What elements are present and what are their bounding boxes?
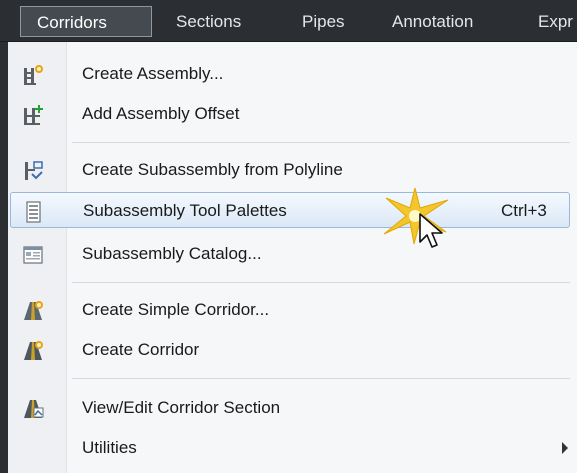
menu-item-label: Add Assembly Offset (82, 104, 240, 123)
left-strip (0, 42, 8, 473)
menu-item-create-subassembly-polyline[interactable]: Create Subassembly from Polyline (10, 152, 570, 188)
menu-item-subassembly-catalog[interactable]: Subassembly Catalog... (10, 236, 570, 272)
menu-separator (72, 378, 570, 379)
menu-item-utilities[interactable]: Utilities (10, 430, 570, 466)
menu-item-label: Utilities (82, 438, 137, 457)
create-assembly-icon (24, 65, 43, 85)
menu-separator (72, 282, 570, 283)
simple-corridor-icon (24, 301, 43, 320)
menu-item-create-assembly[interactable]: Create Assembly... (10, 56, 570, 92)
mouse-cursor-icon (419, 213, 443, 248)
menu-item-label: Create Assembly... (82, 64, 224, 83)
menubar-express[interactable]: Expr (538, 6, 573, 37)
tool-palettes-icon (26, 201, 41, 223)
menu-item-create-simple-corridor[interactable]: Create Simple Corridor... (10, 292, 570, 328)
menubar-corridors[interactable]: Corridors (20, 6, 152, 37)
create-subassembly-polyline-icon (25, 161, 43, 180)
menu-item-label: Create Simple Corridor... (82, 300, 270, 319)
menu-item-label: Subassembly Catalog... (82, 244, 262, 263)
menu-bar: Corridors Sections Pipes Annotation Expr (0, 0, 577, 42)
menubar-sections[interactable]: Sections (176, 6, 241, 37)
corridor-section-icon (24, 400, 44, 418)
menu-separator (72, 142, 570, 143)
catalog-icon (23, 246, 43, 264)
menu-item-label: Subassembly Tool Palettes (83, 201, 287, 220)
submenu-arrow-icon (562, 442, 568, 454)
menu-item-add-assembly-offset[interactable]: Add Assembly Offset (10, 96, 570, 132)
add-assembly-offset-icon (24, 105, 43, 125)
menu-item-subassembly-tool-palettes[interactable]: Subassembly Tool Palettes Ctrl+3 (10, 192, 570, 228)
menu-item-label: Create Subassembly from Polyline (82, 160, 343, 179)
corridor-icon (24, 341, 43, 360)
menu-item-create-corridor[interactable]: Create Corridor (10, 332, 570, 368)
menu-item-view-edit-corridor-section[interactable]: View/Edit Corridor Section (10, 390, 570, 426)
menubar-annotation[interactable]: Annotation (392, 6, 473, 37)
menubar-pipes[interactable]: Pipes (302, 6, 345, 37)
menu-item-label: View/Edit Corridor Section (82, 398, 281, 417)
menu-item-label: Create Corridor (82, 340, 200, 359)
menu-item-shortcut: Ctrl+3 (501, 201, 547, 220)
